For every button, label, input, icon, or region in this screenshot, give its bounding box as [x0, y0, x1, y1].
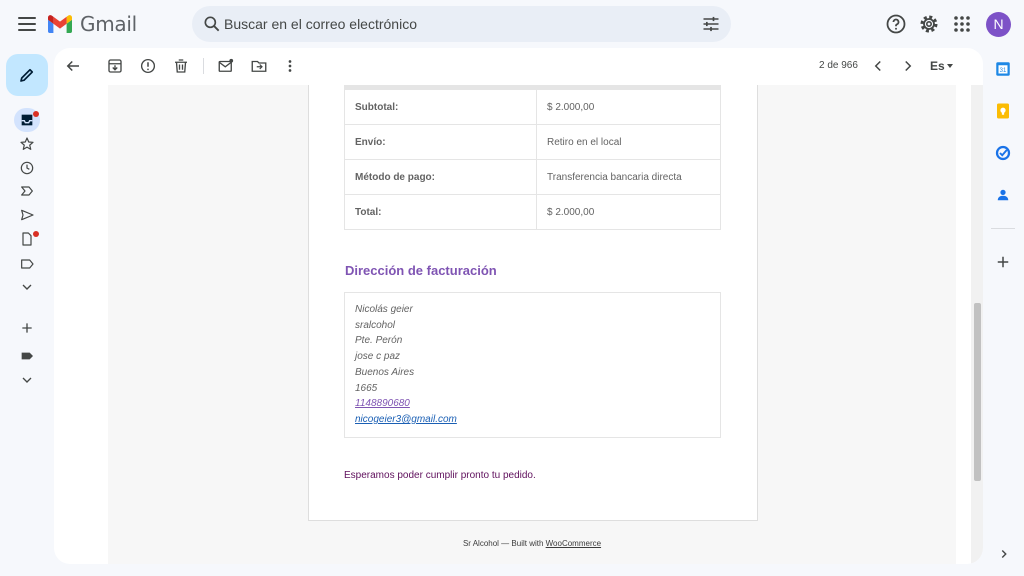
- filled-label-icon: [21, 352, 33, 360]
- keep-notes-icon[interactable]: [994, 102, 1012, 120]
- get-addons-plus-icon[interactable]: [994, 253, 1012, 271]
- billing-email-link[interactable]: nicogeier3@gmail.com: [355, 414, 457, 425]
- tasks-icon[interactable]: [994, 144, 1012, 162]
- settings-gear-icon[interactable]: [917, 12, 941, 36]
- delete-trash-icon[interactable]: [172, 57, 190, 75]
- totals-label: Método de pago:: [344, 159, 537, 195]
- nav-user-label[interactable]: [16, 345, 38, 367]
- search-input[interactable]: [224, 14, 684, 34]
- input-language-button[interactable]: Es: [930, 59, 945, 73]
- totals-value: $ 2.000,00: [536, 194, 721, 230]
- nav-starred[interactable]: [16, 133, 38, 155]
- email-footer: Sr Alcohol — Built with WooCommerce: [108, 539, 956, 548]
- totals-value: $ 2.000,00: [536, 89, 721, 125]
- billing-address-box: Nicolás geier sralcohol Pte. Perón jose …: [344, 292, 721, 438]
- main-menu-icon[interactable]: [14, 12, 40, 36]
- totals-value: Retiro en el local: [536, 124, 721, 160]
- nav-more[interactable]: [16, 276, 38, 298]
- show-side-panel-chevron-icon[interactable]: [997, 547, 1011, 561]
- nav-sent[interactable]: [16, 204, 38, 226]
- billing-phone-link[interactable]: 1148890680: [355, 398, 410, 409]
- message-pane: 2 de 966 Es Subtotal: $ 2.000,00 Envío: …: [54, 48, 983, 564]
- table-row: Subtotal: $ 2.000,00: [344, 89, 721, 125]
- svg-text:31: 31: [1000, 68, 1007, 74]
- report-spam-icon[interactable]: [139, 57, 157, 75]
- help-icon[interactable]: [884, 12, 908, 36]
- closing-message: Esperamos poder cumplir pronto tu pedido…: [344, 470, 536, 481]
- table-row: Método de pago: Transferencia bancaria d…: [344, 159, 721, 195]
- app-name: Gmail: [80, 12, 137, 36]
- account-avatar[interactable]: N: [986, 12, 1011, 37]
- star-icon: [20, 137, 34, 150]
- search-icon[interactable]: [202, 14, 222, 34]
- back-arrow-icon[interactable]: [64, 57, 82, 75]
- plus-icon: [22, 323, 32, 333]
- billing-postcode: 1665: [355, 382, 378, 394]
- billing-street: Pte. Perón: [355, 335, 403, 347]
- gmail-logo[interactable]: Gmail: [48, 12, 137, 36]
- nav-more-labels[interactable]: [16, 369, 38, 391]
- billing-state: Buenos Aires: [355, 366, 415, 378]
- side-panel-divider: [991, 228, 1015, 229]
- apps-grid-icon[interactable]: [950, 12, 974, 36]
- toolbar-divider: [203, 58, 204, 74]
- order-table-col-divider: [462, 85, 463, 87]
- chevron-down-icon: [22, 377, 32, 383]
- table-row: Total: $ 2.000,00: [344, 194, 721, 230]
- chevron-down-icon: [22, 284, 32, 290]
- drafts-unread-dot: [33, 231, 39, 237]
- label-icon: [21, 259, 34, 269]
- totals-value: Transferencia bancaria directa: [536, 159, 721, 195]
- contacts-icon[interactable]: [994, 186, 1012, 204]
- gmail-m-icon: [48, 15, 72, 33]
- nav-important[interactable]: [16, 180, 38, 202]
- search-bar[interactable]: [192, 6, 731, 42]
- create-label-button[interactable]: [16, 317, 38, 339]
- send-icon: [21, 209, 34, 221]
- totals-label: Envío:: [344, 124, 537, 160]
- pencil-icon: [20, 68, 34, 82]
- footer-text: Sr Alcohol — Built with: [462, 539, 546, 548]
- totals-label: Total:: [344, 194, 537, 230]
- mark-unread-icon[interactable]: [217, 57, 235, 75]
- compose-button[interactable]: [6, 54, 48, 96]
- clock-icon: [20, 161, 34, 175]
- nav-categories[interactable]: [16, 253, 38, 275]
- more-vert-icon[interactable]: [281, 57, 299, 75]
- calendar-icon[interactable]: 31: [994, 60, 1012, 78]
- archive-icon[interactable]: [106, 57, 124, 75]
- order-totals-table: Subtotal: $ 2.000,00 Envío: Retiro en el…: [344, 89, 721, 230]
- inbox-unread-dot: [33, 111, 39, 117]
- chevron-right-icon[interactable]: [899, 57, 917, 75]
- billing-name: Nicolás geier: [355, 304, 413, 315]
- order-table-col-divider: [536, 85, 537, 87]
- move-to-folder-icon[interactable]: [250, 57, 268, 75]
- nav-snoozed[interactable]: [16, 157, 38, 179]
- woocommerce-link[interactable]: WooCommerce: [546, 539, 601, 548]
- search-options-icon[interactable]: [701, 14, 721, 34]
- scrollbar-thumb[interactable]: [974, 303, 981, 481]
- table-row: Envío: Retiro en el local: [344, 124, 721, 160]
- billing-city: jose c paz: [355, 351, 401, 363]
- caret-down-icon[interactable]: [947, 64, 953, 68]
- pager-count: 2 de 966: [819, 60, 858, 71]
- important-label-icon: [21, 186, 33, 196]
- message-toolbar: 2 de 966 Es: [54, 48, 983, 84]
- chevron-left-icon[interactable]: [869, 57, 887, 75]
- totals-label: Subtotal:: [344, 89, 537, 125]
- billing-company: sralcohol: [355, 319, 396, 331]
- top-bar: Gmail N: [0, 0, 1024, 48]
- billing-address-heading: Dirección de facturación: [345, 263, 497, 278]
